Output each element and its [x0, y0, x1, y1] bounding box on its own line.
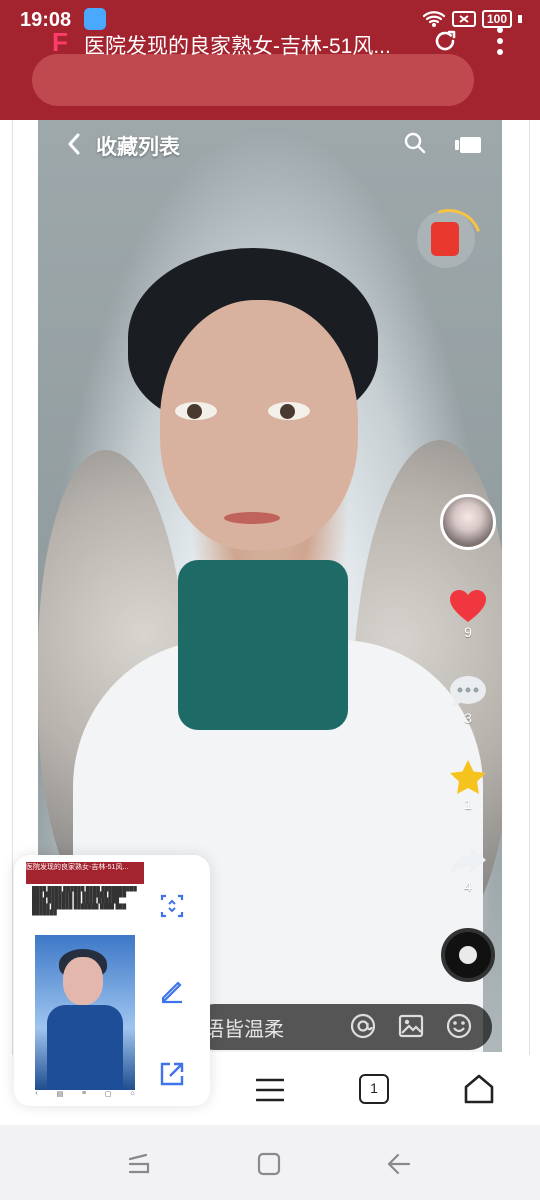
like-action[interactable]: 9: [446, 588, 490, 640]
back-nav-icon[interactable]: [386, 1152, 412, 1176]
recents-icon[interactable]: [126, 1150, 154, 1178]
thumb-article-text: ████ ████ ██████ ████ ██████████ ███ ███…: [32, 886, 137, 916]
teal-sweater: [178, 560, 348, 730]
sim-x-icon: [451, 11, 476, 27]
collect-list-title: 收藏列表: [96, 136, 180, 159]
left-eye: [175, 402, 217, 420]
scroll-capture-icon[interactable]: [158, 892, 186, 920]
at-icon[interactable]: [350, 1013, 376, 1039]
star-icon: [450, 760, 486, 794]
address-bar[interactable]: [32, 54, 474, 106]
thumb-video: [35, 935, 135, 1090]
thumb-title: 医院发现的良家熟女-吉林-51风...: [26, 864, 129, 871]
emoji-icon[interactable]: [446, 1013, 472, 1039]
favorite-action[interactable]: 1: [446, 758, 490, 812]
comment-icon: [450, 676, 486, 707]
search-icon[interactable]: [404, 132, 426, 154]
site-logo-icon: F: [52, 27, 68, 57]
wifi-icon: [422, 11, 446, 27]
share-icon: [450, 846, 486, 876]
page-title[interactable]: 医院发现的良家熟女-吉林-51风...: [84, 30, 414, 60]
favorite-count: 1: [464, 796, 472, 812]
share-action[interactable]: 4: [446, 844, 490, 894]
home-icon[interactable]: [463, 1073, 495, 1105]
thumb-body: [47, 1005, 123, 1090]
author-avatar[interactable]: [440, 494, 496, 550]
thumb-browser-bar: 医院发现的良家熟女-吉林-51风...: [26, 862, 144, 884]
edit-icon[interactable]: [158, 976, 186, 1004]
thumb-face: [63, 957, 103, 1005]
home-nav-icon[interactable]: [256, 1151, 282, 1177]
share-count: 4: [464, 878, 472, 894]
right-eye: [268, 402, 310, 420]
music-disc-icon[interactable]: [441, 928, 495, 982]
more-icon[interactable]: [490, 26, 510, 56]
picture-icon[interactable]: [398, 1013, 424, 1039]
comment-count: 3: [464, 710, 472, 726]
comment-placeholder[interactable]: 语皆温柔: [204, 1013, 284, 1042]
like-count: 9: [464, 624, 472, 640]
toutiao-app-icon: [84, 8, 106, 30]
reload-icon[interactable]: [432, 28, 458, 54]
screenshot-thumbnail[interactable]: 医院发现的良家熟女-吉林-51风... ████ ████ ██████ ███…: [26, 862, 144, 1100]
comment-action[interactable]: 3: [446, 674, 490, 726]
back-icon[interactable]: [66, 133, 82, 155]
thumb-nav: ‹ ▤ ≡ ▢ ⌂: [35, 1090, 135, 1098]
menu-icon[interactable]: [256, 1078, 284, 1102]
tab-count[interactable]: 1: [359, 1080, 389, 1096]
mouth: [224, 512, 280, 524]
charging-icon: [518, 15, 522, 23]
screen-icon[interactable]: [454, 136, 482, 154]
share-out-icon[interactable]: [158, 1060, 186, 1088]
heart-icon: [450, 590, 486, 622]
